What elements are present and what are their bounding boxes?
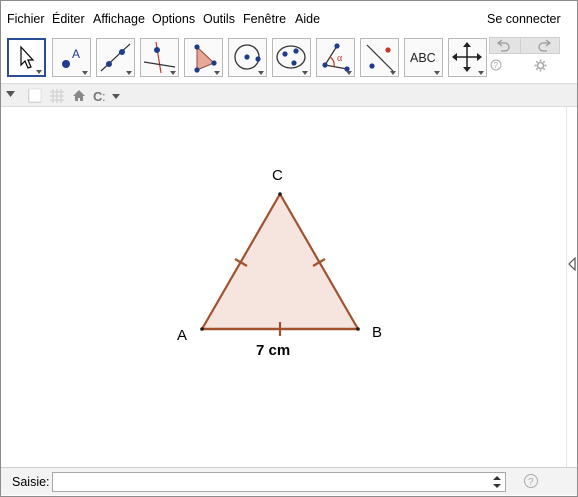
menu-outils[interactable]: Outils — [203, 12, 235, 26]
input-field[interactable] — [52, 472, 506, 492]
point-tool-button[interactable]: A — [52, 38, 91, 77]
reflect-tool-button[interactable] — [360, 38, 399, 77]
move-graphics-tool-button[interactable] — [448, 38, 487, 77]
angle-tool-button[interactable]: α — [316, 38, 355, 77]
polygon-tool-button[interactable] — [184, 38, 223, 77]
geometry-canvas[interactable]: A B C 7 cm — [1, 107, 566, 467]
perpendicular-tool-button[interactable] — [140, 38, 179, 77]
move-tool-button[interactable] — [7, 38, 46, 77]
graphics-view[interactable]: A B C 7 cm — [1, 107, 566, 467]
home-icon[interactable] — [72, 89, 86, 102]
svg-text::: : — [102, 89, 106, 104]
triangle-abc[interactable] — [202, 194, 358, 329]
grid-icon[interactable] — [49, 88, 65, 104]
angle-tool-label: α — [337, 53, 343, 64]
label-point-b[interactable]: B — [372, 324, 382, 341]
point-c[interactable] — [278, 192, 282, 196]
point-b[interactable] — [356, 327, 360, 331]
menu-fenetre[interactable]: Fenêtre — [243, 12, 286, 26]
toolbar: A α ABC ? — [1, 35, 577, 82]
redo-icon — [538, 39, 551, 52]
chevron-left-icon — [568, 257, 576, 271]
input-help-icon[interactable]: ? — [523, 473, 539, 489]
label-segment-ab-length[interactable]: 7 cm — [256, 342, 290, 359]
text-tool-label: ABC — [410, 51, 436, 65]
axes-icon[interactable] — [26, 88, 42, 104]
gear-icon[interactable] — [534, 59, 547, 72]
menu-fichier[interactable]: Fichier — [7, 12, 45, 26]
svg-text:?: ? — [494, 61, 499, 70]
input-history-icon[interactable] — [493, 476, 501, 488]
algebra-view-toggle[interactable] — [566, 107, 577, 467]
style-bar: C : — [1, 83, 577, 107]
conic-tool-button[interactable] — [272, 38, 311, 77]
line-tool-button[interactable] — [96, 38, 135, 77]
svg-text:?: ? — [528, 477, 534, 488]
text-tool-button[interactable]: ABC — [404, 38, 443, 77]
circle-tool-button[interactable] — [228, 38, 267, 77]
label-point-a[interactable]: A — [177, 327, 187, 344]
menu-options[interactable]: Options — [152, 12, 195, 26]
label-point-c[interactable]: C — [272, 167, 283, 184]
sign-in-link[interactable]: Se connecter — [487, 12, 561, 26]
menu-affichage[interactable]: Affichage — [93, 12, 145, 26]
menu-bar: Fichier Éditer Affichage Options Outils … — [1, 1, 577, 35]
input-bar: Saisie: ? — [1, 467, 577, 495]
input-label: Saisie: — [12, 475, 50, 489]
menu-editer[interactable]: Éditer — [52, 12, 85, 26]
help-icon[interactable]: ? — [490, 59, 502, 71]
point-tool-label: A — [72, 47, 80, 61]
toggle-stylebar-icon[interactable] — [6, 91, 16, 99]
menu-aide[interactable]: Aide — [295, 12, 320, 26]
point-a[interactable] — [200, 327, 204, 331]
redo-button[interactable] — [520, 37, 560, 54]
point-capturing-icon[interactable]: C : — [93, 88, 125, 104]
